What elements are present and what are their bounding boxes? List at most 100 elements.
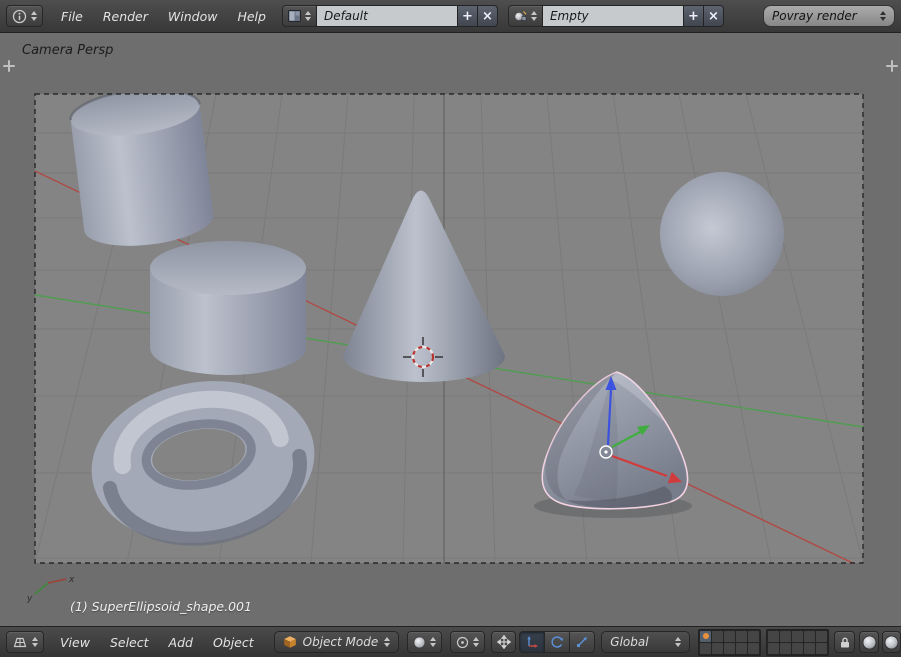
screen-layout-name-field[interactable]: Default [316, 5, 458, 27]
lock-icon [839, 636, 851, 649]
preview-ball-button-2[interactable] [882, 631, 901, 653]
blender-window: File Render Window Help Default + × [0, 0, 901, 657]
layer-toggle[interactable] [780, 643, 791, 654]
move-arrows-icon [497, 635, 511, 649]
editor-type-button[interactable] [6, 631, 44, 653]
info-icon [12, 9, 27, 24]
cylinder-object-1[interactable] [68, 83, 216, 253]
scene-name-field[interactable]: Empty [542, 5, 684, 27]
layer-toggle[interactable] [724, 643, 735, 654]
view-name-label: Camera Persp [22, 43, 113, 58]
expand-region-icon-right[interactable] [886, 60, 898, 72]
menu-select[interactable]: Select [100, 635, 159, 650]
scale-manipulator-button[interactable] [569, 631, 595, 653]
pivot-point-dropdown[interactable] [450, 631, 485, 653]
dropdown-arrows-icon [880, 11, 886, 21]
viewport-shading-dropdown[interactable] [407, 631, 442, 653]
screen-layout-browse-button[interactable] [282, 5, 317, 27]
dropdown-arrows-icon [531, 11, 537, 21]
dropdown-arrows-icon [473, 637, 479, 647]
pivot-point-icon [456, 636, 469, 649]
menu-object[interactable]: Object [203, 635, 264, 650]
menu-add[interactable]: Add [159, 635, 203, 650]
dropdown-arrows-icon [430, 637, 436, 647]
layer-toggle[interactable] [804, 631, 815, 642]
layer-toggle[interactable] [748, 631, 759, 642]
scene-icon [514, 10, 527, 22]
dropdown-arrows-icon [31, 11, 37, 21]
layer-group-1 [698, 629, 761, 656]
render-engine-value: Povray render [772, 9, 857, 23]
sphere-preview-icon [884, 635, 899, 650]
preview-ball-button-1[interactable] [859, 631, 878, 653]
menu-help[interactable]: Help [227, 9, 276, 24]
orientation-value: Global [610, 635, 648, 649]
layer-toggle[interactable] [780, 631, 791, 642]
render-engine-dropdown[interactable]: Povray render [763, 5, 895, 27]
dropdown-arrows-icon [384, 637, 390, 647]
scale-manipulator-icon [575, 635, 589, 649]
sphere-object[interactable] [660, 172, 784, 296]
menu-view[interactable]: View [50, 635, 100, 650]
layer-toggle[interactable] [768, 631, 779, 642]
menu-file[interactable]: File [51, 9, 93, 24]
dropdown-arrows-icon [305, 11, 311, 21]
screen-layout-selector: Default + × [282, 5, 498, 27]
translate-manipulator-button[interactable] [519, 631, 545, 653]
dropdown-arrows-icon [675, 637, 681, 647]
orientation-dropdown[interactable]: Global [601, 631, 690, 653]
layer-toggle[interactable] [700, 643, 711, 654]
layer-toggle[interactable] [768, 643, 779, 654]
layer-group-2 [766, 629, 829, 656]
cylinder-object-2[interactable] [150, 241, 306, 375]
mini-axis-x-label: x [68, 575, 75, 585]
layers-widget [698, 629, 829, 656]
menu-window[interactable]: Window [158, 9, 228, 24]
manipulator-toggle-button[interactable] [491, 631, 516, 653]
close-scene-button[interactable]: × [703, 5, 724, 27]
3d-viewport[interactable]: x y Camera Persp (1) SuperEllipsoid_shap… [0, 33, 901, 626]
layer-toggle-active[interactable] [700, 631, 711, 642]
rotate-manipulator-button[interactable] [544, 631, 570, 653]
translate-manipulator-icon [525, 635, 539, 649]
mode-dropdown[interactable]: Object Mode [274, 631, 400, 653]
viewport-header: View Select Add Object Object Mode [0, 626, 901, 657]
viewport-menubar: View Select Add Object [50, 635, 264, 650]
layer-toggle[interactable] [712, 631, 723, 642]
editor-type-button[interactable] [6, 5, 43, 27]
info-header: File Render Window Help Default + × [0, 0, 901, 33]
viewport-canvas[interactable]: x y [0, 33, 901, 626]
layer-toggle[interactable] [736, 631, 747, 642]
layer-toggle[interactable] [816, 643, 827, 654]
mini-axis-y-label: y [26, 594, 33, 604]
expand-region-icon-left[interactable] [3, 60, 15, 72]
dropdown-arrows-icon [32, 637, 38, 647]
menu-render[interactable]: Render [93, 9, 158, 24]
layer-toggle[interactable] [792, 643, 803, 654]
screen-layout-icon [288, 10, 301, 22]
manipulator-type-toggles [520, 631, 595, 653]
layer-toggle[interactable] [712, 643, 723, 654]
manipulator-center-dot [604, 450, 607, 453]
add-screen-layout-button[interactable]: + [457, 5, 478, 27]
active-object-label: (1) SuperEllipsoid_shape.001 [70, 599, 252, 614]
scene-selector: Empty + × [508, 5, 724, 27]
close-screen-layout-button[interactable]: × [477, 5, 498, 27]
cube-icon [283, 635, 297, 649]
rotate-manipulator-icon [550, 635, 564, 649]
layer-toggle[interactable] [724, 631, 735, 642]
layer-toggle[interactable] [748, 643, 759, 654]
active-layer-dot [703, 633, 709, 639]
layer-toggle[interactable] [816, 631, 827, 642]
layer-toggle[interactable] [736, 643, 747, 654]
mode-value: Object Mode [303, 635, 379, 649]
main-menubar: File Render Window Help [51, 9, 276, 24]
layer-toggle[interactable] [792, 631, 803, 642]
add-scene-button[interactable]: + [683, 5, 704, 27]
layer-toggle[interactable] [804, 643, 815, 654]
shading-sphere-icon [413, 636, 426, 649]
lock-button[interactable] [834, 631, 855, 653]
sphere-preview-icon [862, 635, 877, 650]
3d-viewport-icon [12, 635, 28, 649]
scene-browse-button[interactable] [508, 5, 543, 27]
